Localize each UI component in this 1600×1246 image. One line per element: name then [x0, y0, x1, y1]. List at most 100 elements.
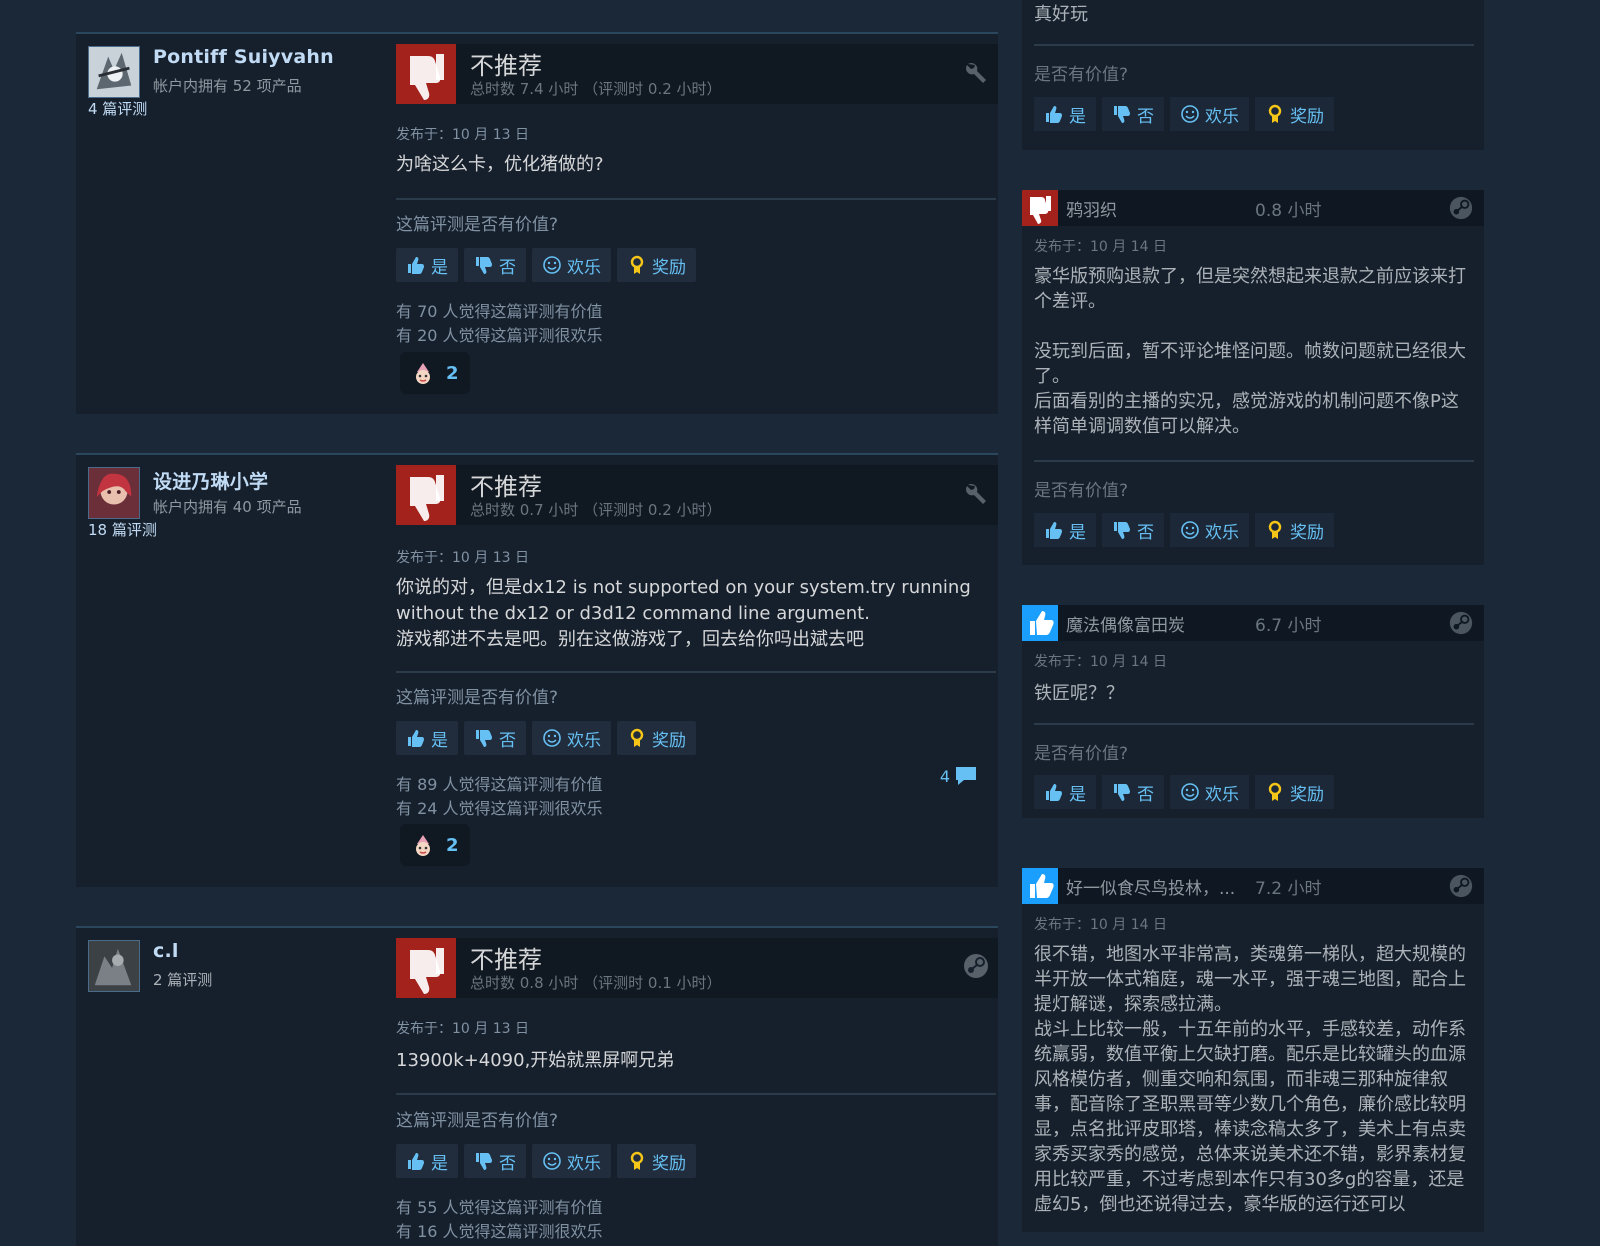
vote-funny-label: 欢乐: [567, 257, 601, 278]
award-badge[interactable]: 2: [400, 824, 470, 866]
vote-funny-button[interactable]: 欢乐: [1170, 97, 1249, 131]
thumbs-down-icon: [1114, 106, 1130, 123]
review-header[interactable]: 不推荐 总时数 0.8 小时 （评测时 0.1 小时）: [396, 938, 998, 998]
award-icon: [630, 728, 644, 747]
steam-icon: [1449, 874, 1473, 898]
award-label: 奖励: [1290, 784, 1324, 805]
author-review-count[interactable]: 18 篇评测: [88, 519, 157, 540]
smiley-icon: [1181, 105, 1199, 123]
vote-funny-label: 欢乐: [567, 730, 601, 751]
divider: [396, 1093, 996, 1095]
vote-no-button[interactable]: 否: [464, 1144, 526, 1178]
side-review-date: 发布于：10 月 14 日: [1034, 239, 1167, 255]
avatar[interactable]: [88, 467, 140, 519]
author-name[interactable]: c.l: [153, 940, 179, 962]
steam-icon: [1449, 196, 1473, 220]
review-text-line: 你说的对，但是dx12 is not supported on your sys…: [396, 577, 971, 598]
vote-yes-button[interactable]: 是: [396, 248, 458, 282]
review-header[interactable]: 不推荐 总时数 7.4 小时 （评测时 0.2 小时）: [396, 44, 998, 104]
vote-yes-button[interactable]: 是: [396, 1144, 458, 1178]
author-review-count[interactable]: 4 篇评测: [88, 98, 147, 119]
award-button[interactable]: 奖励: [1255, 513, 1334, 547]
award-icon: [1268, 782, 1282, 801]
thumbs-down-icon: [1114, 784, 1130, 801]
vote-no-button[interactable]: 否: [464, 721, 526, 755]
avatar[interactable]: [88, 940, 140, 992]
vote-funny-button[interactable]: 欢乐: [1170, 775, 1249, 809]
vote-no-button[interactable]: 否: [1102, 775, 1164, 809]
vote-no-button[interactable]: 否: [1102, 97, 1164, 131]
review-hours: 总时数 7.4 小时 （评测时 0.2 小时）: [470, 80, 722, 98]
review-header[interactable]: 不推荐 总时数 0.7 小时 （评测时 0.2 小时）: [396, 465, 998, 525]
award-icon: [630, 1151, 644, 1170]
review-verdict: 不推荐: [470, 473, 542, 501]
avatar[interactable]: [88, 46, 140, 98]
side-review-author[interactable]: 鸦羽织: [1066, 196, 1117, 221]
divider: [1034, 723, 1474, 725]
vote-buttons: 是 否 欢乐 奖励: [1034, 513, 1334, 547]
side-review-header[interactable]: 好一似食尽鸟投林，... 7.2 小时: [1022, 868, 1484, 904]
thumbs-down-icon: [396, 938, 456, 998]
side-review-header[interactable]: 鸦羽织 0.8 小时: [1022, 190, 1484, 226]
vote-no-button[interactable]: 否: [464, 248, 526, 282]
award-icon: [1268, 104, 1282, 123]
side-review-date: 发布于：10 月 14 日: [1034, 654, 1167, 670]
vote-yes-button[interactable]: 是: [1034, 97, 1096, 131]
author-name[interactable]: 设进乃琳小学: [153, 467, 268, 494]
review-text: 13900k+4090,开始就黑屏啊兄弟: [396, 1050, 675, 1071]
award-emoji-icon: [416, 363, 430, 384]
thumbs-down-icon: [396, 44, 456, 104]
side-review-hours: 6.7 小时: [1255, 616, 1322, 636]
thumbs-down-icon: [476, 1153, 492, 1170]
comments-link[interactable]: 4: [940, 765, 978, 787]
vote-yes-button[interactable]: 是: [396, 721, 458, 755]
thumbs-down-icon: [476, 257, 492, 274]
vote-yes-button[interactable]: 是: [1034, 513, 1096, 547]
thumbs-up-icon: [1022, 868, 1058, 904]
review-card: c.l 2 篇评测 不推荐 总时数 0.8 小时 （评测时 0.1 小时） 发布…: [76, 926, 998, 1246]
vote-funny-button[interactable]: 欢乐: [1170, 513, 1249, 547]
author-products[interactable]: 帐户内拥有 40 项产品: [153, 496, 302, 517]
smiley-icon: [543, 256, 561, 274]
award-badge[interactable]: 2: [400, 352, 470, 394]
review-verdict: 不推荐: [470, 52, 542, 80]
vote-funny-label: 欢乐: [1205, 106, 1239, 127]
side-review-header[interactable]: 魔法偶像富田炭 6.7 小时: [1022, 605, 1484, 641]
award-count: 2: [446, 362, 459, 384]
author-name[interactable]: Pontiff Suiyvahn: [153, 46, 334, 68]
vote-funny-label: 欢乐: [567, 1153, 601, 1174]
thumbs-up-icon: [1046, 784, 1062, 801]
review-date: 发布于：10 月 13 日: [396, 1021, 529, 1037]
vote-yes-button[interactable]: 是: [1034, 775, 1096, 809]
author-review-count[interactable]: 2 篇评测: [153, 969, 212, 990]
side-review-author[interactable]: 好一似食尽鸟投林，...: [1066, 874, 1235, 899]
funny-count: 有 16 人觉得这篇评测很欢乐: [396, 1222, 603, 1241]
side-review-author[interactable]: 魔法偶像富田炭: [1066, 611, 1185, 636]
award-button[interactable]: 奖励: [617, 248, 696, 282]
vote-no-label: 否: [1137, 106, 1154, 127]
divider: [396, 198, 996, 200]
vote-no-label: 否: [1137, 784, 1154, 805]
award-button[interactable]: 奖励: [1255, 97, 1334, 131]
award-button[interactable]: 奖励: [617, 1144, 696, 1178]
side-review-paragraph: 豪华版预购退款了，但是突然想起来退款之前应该来打个差评。: [1034, 266, 1466, 312]
vote-no-label: 否: [499, 730, 516, 751]
smiley-icon: [543, 729, 561, 747]
vote-funny-label: 欢乐: [1205, 784, 1239, 805]
smiley-icon: [543, 1152, 561, 1170]
funny-count: 有 20 人觉得这篇评测很欢乐: [396, 326, 603, 345]
vote-funny-button[interactable]: 欢乐: [532, 1144, 611, 1178]
vote-no-button[interactable]: 否: [1102, 513, 1164, 547]
award-icon: [1268, 520, 1282, 539]
thumbs-down-icon: [396, 465, 456, 525]
author-products[interactable]: 帐户内拥有 52 项产品: [153, 75, 302, 96]
award-button[interactable]: 奖励: [617, 721, 696, 755]
funny-count: 有 24 人觉得这篇评测很欢乐: [396, 799, 603, 818]
vote-funny-button[interactable]: 欢乐: [532, 721, 611, 755]
side-review-hours: 7.2 小时: [1255, 879, 1322, 899]
award-button[interactable]: 奖励: [1255, 775, 1334, 809]
vote-yes-label: 是: [431, 257, 448, 278]
side-review-text: 铁匠呢？？: [1034, 683, 1124, 704]
vote-funny-button[interactable]: 欢乐: [532, 248, 611, 282]
review-verdict: 不推荐: [470, 946, 542, 974]
